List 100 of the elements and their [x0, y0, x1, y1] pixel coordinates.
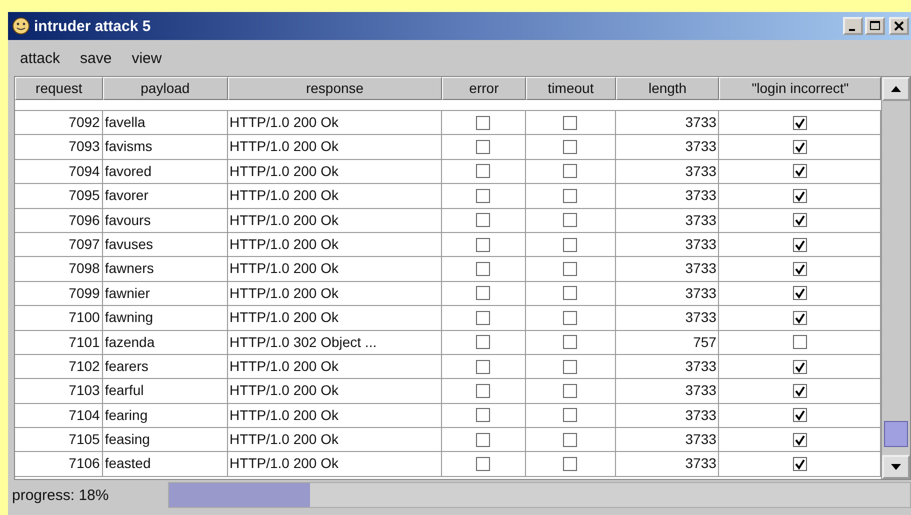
checkbox[interactable] — [476, 116, 490, 130]
checkbox[interactable] — [476, 432, 490, 447]
checkbox[interactable] — [476, 188, 490, 203]
checkbox[interactable] — [792, 140, 807, 154]
column-header[interactable]: length — [616, 77, 720, 100]
checkbox[interactable] — [563, 213, 578, 228]
column-header[interactable]: "login incorrect" — [719, 77, 882, 100]
table-cell: favisms — [102, 135, 228, 160]
column-header[interactable]: payload — [102, 77, 228, 100]
checkbox[interactable] — [476, 408, 490, 422]
menu-item[interactable]: save — [80, 50, 112, 66]
checkbox[interactable] — [792, 360, 807, 374]
scroll-down-button[interactable] — [882, 455, 910, 479]
checkbox[interactable] — [792, 310, 807, 325]
checkbox[interactable] — [476, 384, 490, 398]
checkbox[interactable] — [563, 116, 578, 130]
table-cell: 7096 — [15, 208, 103, 233]
table-cell: 7093 — [15, 135, 103, 160]
checkbox[interactable] — [792, 335, 807, 350]
table-cell: fearers — [102, 354, 228, 380]
checkbox[interactable] — [792, 164, 807, 178]
table-cell: feasted — [102, 452, 228, 477]
table-cell: favorer — [102, 184, 228, 209]
maximize-button[interactable] — [865, 17, 885, 35]
table-cell: 757 — [616, 330, 720, 355]
checkbox[interactable] — [792, 408, 807, 422]
checkbox[interactable] — [563, 457, 578, 472]
table-cell: feasing — [102, 428, 228, 452]
checkbox[interactable] — [792, 457, 807, 472]
table-cell: fearful — [102, 379, 228, 404]
checkbox[interactable] — [792, 384, 807, 398]
checkbox[interactable] — [563, 310, 578, 325]
checkbox[interactable] — [563, 262, 578, 276]
table-cell: 7100 — [15, 306, 103, 331]
checkbox[interactable] — [563, 408, 578, 422]
checkbox[interactable] — [563, 286, 578, 300]
checkbox[interactable] — [476, 310, 490, 325]
table-cell: fazenda — [102, 330, 228, 355]
table-cell: HTTP/1.0 200 Ok — [228, 135, 442, 160]
checkbox[interactable] — [563, 360, 578, 374]
table-cell: HTTP/1.0 200 Ok — [228, 257, 442, 282]
checkbox[interactable] — [476, 164, 490, 178]
checkbox[interactable] — [476, 335, 490, 350]
checkbox[interactable] — [563, 188, 578, 203]
table-cell: 7102 — [15, 354, 103, 380]
column-header[interactable]: error — [442, 77, 526, 100]
close-icon — [894, 21, 904, 31]
scrollbar[interactable] — [881, 77, 910, 479]
checkbox[interactable] — [563, 335, 578, 350]
table-cell: HTTP/1.0 200 Ok — [228, 452, 442, 477]
table-cell: 3733 — [616, 111, 720, 136]
checkbox[interactable] — [563, 384, 578, 398]
table-cell: fawners — [102, 257, 228, 282]
column-header[interactable]: timeout — [526, 77, 616, 100]
table-cell: HTTP/1.0 200 Ok — [228, 160, 442, 184]
table-cell: 7104 — [15, 404, 103, 428]
checkbox[interactable] — [476, 360, 490, 374]
table-cell: HTTP/1.0 302 Object ... — [228, 330, 442, 355]
table-cell: HTTP/1.0 200 Ok — [228, 379, 442, 404]
close-button[interactable] — [889, 17, 909, 35]
menu-item[interactable]: view — [132, 50, 162, 66]
checkbox[interactable] — [792, 262, 807, 276]
table-cell: 7105 — [15, 428, 103, 452]
column-header[interactable]: request — [15, 77, 103, 100]
table-cell: 3733 — [616, 184, 720, 209]
table-cell: HTTP/1.0 200 Ok — [228, 354, 442, 380]
table-cell: 7106 — [15, 452, 103, 477]
checkbox[interactable] — [792, 238, 807, 252]
table-cell: HTTP/1.0 200 Ok — [228, 208, 442, 233]
checkbox[interactable] — [476, 238, 490, 252]
checkbox[interactable] — [476, 457, 490, 472]
menu-item[interactable]: attack — [20, 50, 60, 66]
table-cell: 3733 — [616, 232, 720, 258]
minimize-button[interactable] — [843, 17, 863, 35]
checkbox[interactable] — [563, 140, 578, 154]
checkbox[interactable] — [792, 116, 807, 130]
table-cell: 3733 — [616, 379, 720, 404]
checkbox[interactable] — [476, 140, 490, 154]
checkbox[interactable] — [563, 164, 578, 178]
table-cell: 3733 — [616, 257, 720, 282]
progress-label: progress: 18% — [11, 486, 110, 504]
checkbox[interactable] — [792, 286, 807, 300]
checkbox[interactable] — [563, 238, 578, 252]
checkbox[interactable] — [476, 213, 490, 228]
scroll-up-button[interactable] — [882, 77, 910, 101]
maximize-icon — [870, 21, 880, 31]
scroll-thumb[interactable] — [884, 421, 908, 447]
table-cell: fawnier — [102, 282, 228, 306]
checkbox[interactable] — [476, 286, 490, 300]
checkbox[interactable] — [792, 432, 807, 447]
table-cell: favours — [102, 208, 228, 233]
checkbox[interactable] — [476, 262, 490, 276]
up-triangle-icon — [891, 86, 902, 92]
table-cell: HTTP/1.0 200 Ok — [228, 306, 442, 331]
table-cell: 7092 — [15, 111, 103, 136]
table-cell: 7103 — [15, 379, 103, 404]
checkbox[interactable] — [792, 188, 807, 203]
checkbox[interactable] — [792, 213, 807, 228]
column-header[interactable]: response — [228, 77, 442, 100]
checkbox[interactable] — [563, 432, 578, 447]
